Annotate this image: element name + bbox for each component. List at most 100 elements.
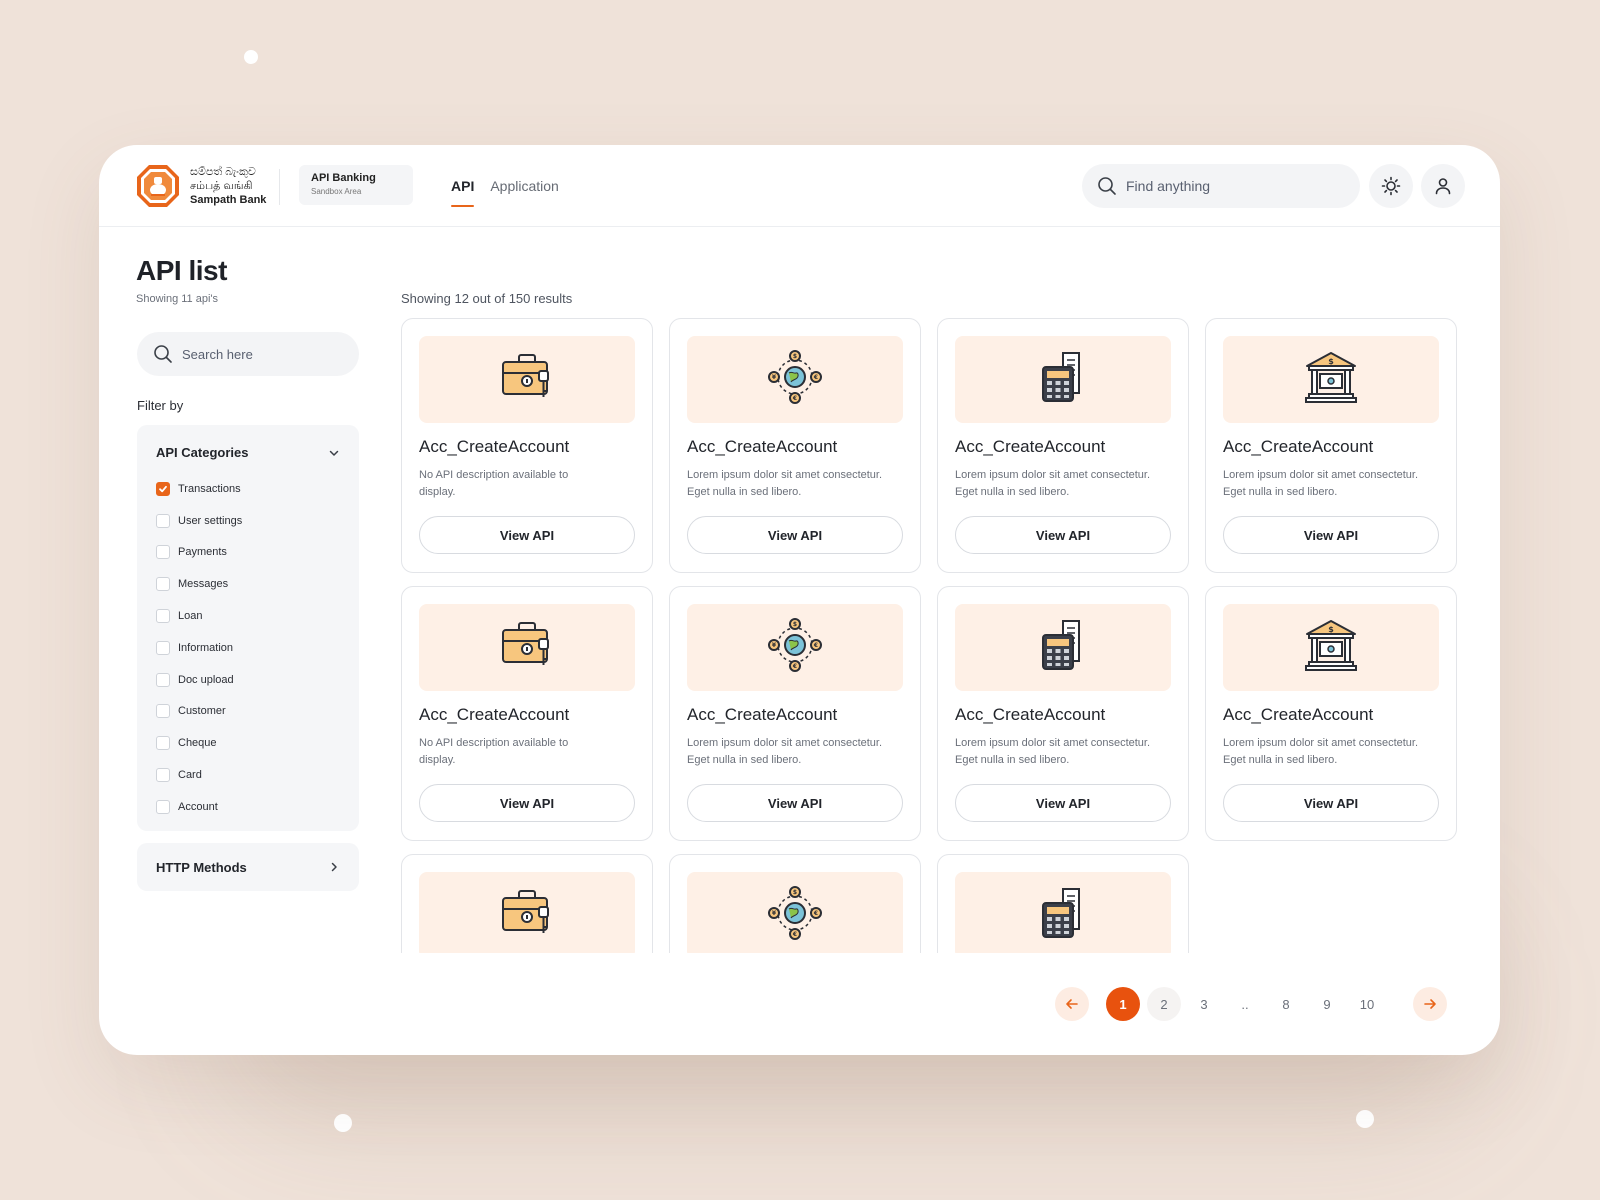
category-checkbox[interactable]: [156, 481, 170, 496]
brand-line-english: Sampath Bank: [190, 194, 267, 206]
page-number-button[interactable]: 1: [1106, 987, 1140, 1021]
http-methods-panel[interactable]: HTTP Methods: [137, 843, 359, 891]
api-card: Acc_CreateAccount Lorem ipsum dolor sit a…: [937, 586, 1189, 841]
arrow-right-icon: [1424, 999, 1436, 1009]
page-number-button[interactable]: 8: [1269, 987, 1303, 1021]
category-checkbox[interactable]: [156, 513, 170, 528]
view-api-button[interactable]: View API: [955, 784, 1171, 822]
main-nav: API Application: [451, 145, 575, 227]
page-number-button[interactable]: 3: [1187, 987, 1221, 1021]
api-categories-header[interactable]: API Categories: [156, 445, 340, 460]
category-checkbox[interactable]: [156, 577, 170, 592]
prev-page-button[interactable]: [1055, 987, 1089, 1021]
category-list: Transactions User settings Payments Message…: [156, 473, 242, 823]
api-card-description: Lorem ipsum dolor sit amet consectetur. …: [955, 469, 1151, 498]
page-label: 3: [1200, 996, 1208, 1012]
svg-text:€: €: [792, 931, 797, 938]
next-page-button[interactable]: [1413, 987, 1447, 1021]
category-item[interactable]: Doc upload: [156, 664, 242, 696]
theme-toggle-button[interactable]: [1369, 164, 1413, 208]
view-api-button[interactable]: View API: [1223, 784, 1439, 822]
category-item[interactable]: User settings: [156, 505, 242, 537]
api-card: Acc_CreateAccount Lorem ipsum dolor sit a…: [937, 318, 1189, 573]
environment-chip[interactable]: API Banking Sandbox Area: [299, 165, 413, 205]
api-card-illustration: [955, 336, 1171, 423]
view-api-button[interactable]: View API: [419, 784, 635, 822]
category-checkbox[interactable]: [156, 640, 170, 655]
brand-line-tamil: சம்பத் வங்கி: [190, 180, 253, 192]
category-item[interactable]: Cheque: [156, 727, 242, 759]
page-number-button[interactable]: 2: [1147, 987, 1181, 1021]
page-label: 2: [1160, 996, 1168, 1012]
page-number-button[interactable]: 10: [1350, 987, 1384, 1021]
api-search-input[interactable]: [182, 346, 342, 362]
api-card-description: No API description available to display.: [419, 469, 569, 498]
api-card-title: Acc_CreateAccount: [955, 437, 1106, 456]
category-checkbox[interactable]: [156, 768, 170, 783]
page-label: 9: [1323, 996, 1331, 1012]
brand-logo[interactable]: සම්පත් බැංකුව சம்பத் வங்கி Sampath Bank: [135, 163, 266, 209]
header-divider: [279, 169, 280, 205]
category-item[interactable]: Loan: [156, 600, 242, 632]
env-title: API Banking: [311, 172, 376, 184]
sun-icon: [1381, 176, 1401, 196]
view-api-button[interactable]: View API: [1223, 516, 1439, 554]
view-api-button[interactable]: View API: [687, 516, 903, 554]
category-item[interactable]: Payments: [156, 537, 242, 569]
global-search[interactable]: [1082, 164, 1360, 208]
api-card-title: Acc_CreateAccount: [1223, 437, 1374, 456]
briefcase-key-icon: [499, 619, 555, 676]
category-item[interactable]: Information: [156, 632, 242, 664]
bank-building-icon: $: [1303, 350, 1359, 409]
category-checkbox[interactable]: [156, 672, 170, 687]
api-card: $ € ¥ € Acc_CreateAccount Lorem ipsum dolor …: [669, 586, 921, 841]
svg-text:$: $: [793, 621, 797, 628]
tab-application[interactable]: Application: [490, 145, 559, 227]
category-item[interactable]: Customer: [156, 696, 242, 728]
view-api-button[interactable]: View API: [955, 516, 1171, 554]
checkmark-icon: [159, 485, 167, 493]
api-card-title: Acc_CreateAccount: [955, 705, 1106, 724]
page-label: ..: [1241, 996, 1249, 1012]
category-item[interactable]: Card: [156, 759, 242, 791]
view-api-button[interactable]: View API: [419, 516, 635, 554]
page-label: 1: [1119, 996, 1127, 1012]
view-api-button[interactable]: View API: [687, 784, 903, 822]
user-profile-button[interactable]: [1421, 164, 1465, 208]
bank-building-icon: $: [1303, 618, 1359, 677]
category-item[interactable]: Account: [156, 791, 242, 823]
category-checkbox[interactable]: [156, 545, 170, 560]
category-checkbox[interactable]: [156, 799, 170, 814]
env-subtitle: Sandbox Area: [311, 187, 362, 196]
category-checkbox[interactable]: [156, 736, 170, 751]
category-item[interactable]: Transactions: [156, 473, 242, 505]
category-label: Loan: [178, 610, 203, 623]
top-bar: සම්පත් බැංකුව சம்பத் வங்கி Sampath Bank …: [99, 145, 1500, 227]
sampath-bank-logo-icon: [137, 165, 179, 207]
api-card-illustration: $ € ¥ €: [687, 872, 903, 953]
api-search[interactable]: [137, 332, 359, 376]
category-checkbox[interactable]: [156, 704, 170, 719]
search-icon: [154, 345, 172, 363]
api-card-illustration: $: [1223, 604, 1439, 691]
category-label: Information: [178, 641, 234, 654]
page-title: API list: [136, 255, 227, 286]
api-card-illustration: $: [1223, 336, 1439, 423]
page-number-button[interactable]: 9: [1310, 987, 1344, 1021]
pagination: 1 2 3.. 8 9 10: [99, 987, 1500, 1021]
category-checkbox[interactable]: [156, 609, 170, 624]
page-label: 10: [1359, 996, 1375, 1012]
global-search-input[interactable]: [1126, 178, 1326, 194]
api-card-description: Lorem ipsum dolor sit amet consectetur. …: [955, 737, 1151, 766]
svg-text:€: €: [792, 395, 797, 402]
category-label: Customer: [178, 705, 226, 718]
decor-dot: [1356, 1110, 1374, 1128]
calculator-icon: [1037, 617, 1089, 678]
svg-text:$: $: [1328, 625, 1334, 634]
category-item[interactable]: Messages: [156, 568, 242, 600]
category-label: Payments: [178, 546, 227, 559]
svg-text:$: $: [793, 353, 797, 360]
globe-currency-icon: $ € ¥ €: [767, 617, 823, 678]
tab-api[interactable]: API: [451, 145, 475, 227]
category-label: Doc upload: [178, 673, 234, 686]
